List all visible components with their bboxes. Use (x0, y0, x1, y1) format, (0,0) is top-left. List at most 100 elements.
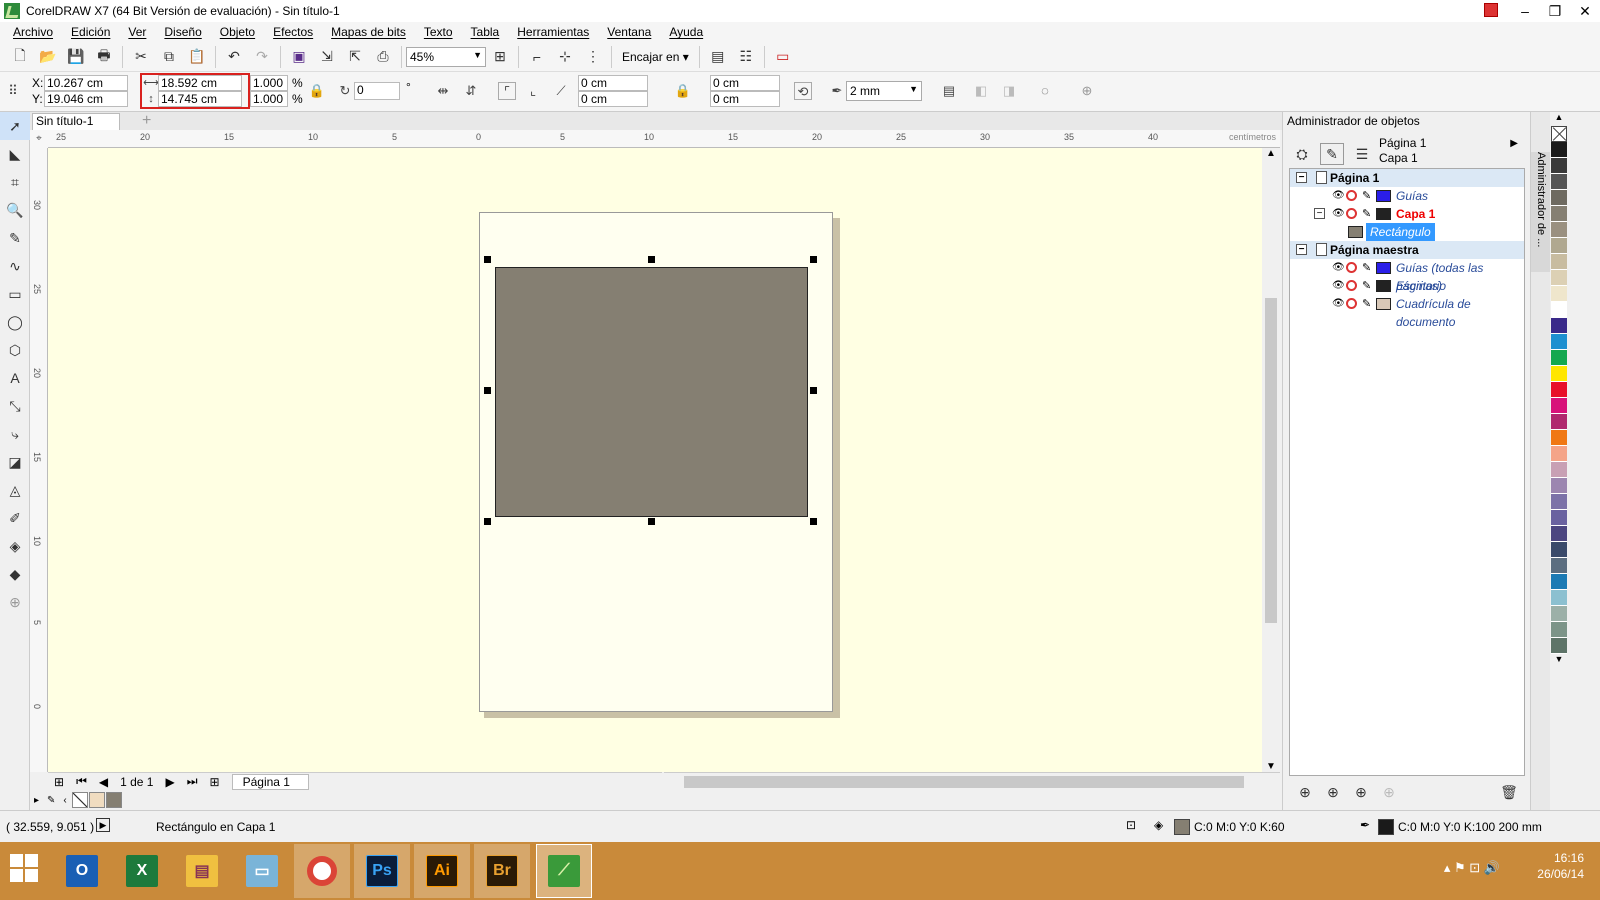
menu-ventana[interactable]: Ventana (598, 25, 660, 39)
visibility-eye-icon[interactable]: 👁 (1332, 205, 1345, 223)
menu-efectos[interactable]: Efectos (264, 25, 322, 39)
zoom-tool-icon[interactable]: 🔍 (0, 196, 30, 224)
mirror-vertical-icon[interactable]: ⇵ (462, 82, 480, 100)
options-icon[interactable]: ☷ (735, 46, 757, 68)
menu-mapas-de-bits[interactable]: Mapas de bits (322, 25, 415, 39)
palette-swatch[interactable] (1551, 478, 1567, 494)
document-palette-swatch[interactable] (105, 792, 122, 808)
ellipse-tool-icon[interactable]: ◯ (0, 308, 30, 336)
drawing-canvas[interactable] (48, 148, 1262, 772)
menu-tabla[interactable]: Tabla (462, 25, 509, 39)
show-guidelines-icon[interactable]: ⋮ (582, 46, 604, 68)
add-document-tab-icon[interactable]: + (142, 112, 151, 130)
new-master-layer-all-icon[interactable]: ⊕ (1350, 781, 1372, 803)
round-corner-icon[interactable]: ⌜ (498, 82, 516, 100)
palette-swatch[interactable] (1551, 334, 1567, 350)
connector-tool-icon[interactable]: ⤷ (0, 420, 30, 448)
object-origin-icon[interactable]: ⠿ (4, 82, 22, 100)
lock-ratio-icon[interactable]: 🔒 (308, 82, 326, 100)
menu-herramientas[interactable]: Herramientas (508, 25, 598, 39)
show-rulers-icon[interactable]: ⌐ (526, 46, 548, 68)
palette-swatch[interactable] (1551, 190, 1567, 206)
minimize-button[interactable]: – (1510, 0, 1540, 22)
transparency-tool-icon[interactable]: ◬ (0, 476, 30, 504)
relative-corner-scaling-icon[interactable]: ⟲ (794, 82, 812, 100)
previous-page-icon[interactable]: ◀ (99, 775, 108, 789)
layer-manager-view-icon[interactable]: ☰ (1350, 143, 1374, 165)
collapse-icon[interactable]: − (1296, 244, 1307, 255)
fill-color-swatch[interactable] (1174, 819, 1190, 835)
selection-handle[interactable] (484, 387, 491, 394)
snap-to-dropdown[interactable]: Encajar en ▾ (622, 50, 689, 64)
palette-swatch[interactable] (1551, 222, 1567, 238)
palette-swatch[interactable] (1551, 494, 1567, 510)
palette-eyedropper-icon[interactable]: ✎ (47, 795, 55, 806)
scalloped-corner-icon[interactable]: ⌞ (524, 82, 542, 100)
taskbar-photoshop-icon[interactable]: Ps (354, 844, 410, 898)
palette-swatch[interactable] (1551, 558, 1567, 574)
ruler-origin-icon[interactable]: ⌖ (30, 130, 48, 148)
notification-icon[interactable] (1484, 3, 1498, 17)
polygon-tool-icon[interactable]: ⬡ (0, 336, 30, 364)
corner-radius-bottom-left-field[interactable]: 0 cm (578, 91, 648, 107)
visibility-eye-icon[interactable]: 👁 (1332, 259, 1345, 277)
palette-scroll-up-icon[interactable]: ▲ (1550, 112, 1568, 126)
print-disabled-icon[interactable] (1346, 262, 1357, 273)
color-eyedropper-icon[interactable]: ✐ (0, 504, 30, 532)
tree-layer-row[interactable]: 👁 ✎ Guías (1290, 187, 1524, 205)
tree-layer-row[interactable]: 👁 ✎ Escritorio (1290, 277, 1524, 295)
taskbar-folder-icon[interactable]: ▭ (234, 844, 290, 898)
tree-layer-row[interactable]: − 👁 ✎ Capa 1 (1290, 205, 1524, 223)
rectangle-tool-icon[interactable]: ▭ (0, 280, 30, 308)
import-icon[interactable]: ⇲ (316, 46, 338, 68)
print-disabled-icon[interactable] (1346, 190, 1357, 201)
palette-swatch[interactable] (1551, 542, 1567, 558)
quick-customize-icon[interactable]: ⊕ (1078, 82, 1096, 100)
system-clock[interactable]: 16:16 26/06/14 (1537, 850, 1584, 882)
scroll-down-icon[interactable]: ▼ (1262, 761, 1280, 772)
corner-radius-bottom-right-field[interactable]: 0 cm (710, 91, 780, 107)
export-icon[interactable]: ⇱ (344, 46, 366, 68)
palette-swatch[interactable] (1551, 638, 1567, 654)
publish-pdf-icon[interactable]: ⎙ (372, 46, 394, 68)
search-content-icon[interactable]: ▣ (288, 46, 310, 68)
scroll-up-icon[interactable]: ▲ (1262, 148, 1280, 159)
palette-swatch[interactable] (1551, 622, 1567, 638)
no-color-swatch[interactable] (1551, 126, 1567, 142)
smart-fill-icon[interactable]: ◆ (0, 560, 30, 588)
menu-edicion[interactable]: Edición (62, 25, 119, 39)
tree-object-row[interactable]: Rectángulo (1290, 223, 1524, 241)
editable-pencil-icon[interactable]: ✎ (1362, 295, 1371, 313)
lock-corners-icon[interactable]: 🔒 (674, 82, 692, 100)
chamfered-corner-icon[interactable]: ⟋ (552, 82, 570, 100)
text-wrap-icon[interactable]: ▤ (940, 82, 958, 100)
palette-swatch[interactable] (1551, 142, 1567, 158)
to-front-icon[interactable]: ◧ (972, 82, 990, 100)
new-layer-icon[interactable]: ⊕ (1294, 781, 1316, 803)
redo-icon[interactable]: ↷ (251, 46, 273, 68)
scale-height-field[interactable]: 1.000 (250, 91, 288, 107)
tree-page-row[interactable]: − Página maestra (1290, 241, 1524, 259)
application-launcher-icon[interactable]: ▭ (772, 46, 794, 68)
editable-pencil-icon[interactable]: ✎ (1362, 205, 1371, 223)
palette-swatch[interactable] (1551, 382, 1567, 398)
palette-swatch[interactable] (1551, 590, 1567, 606)
menu-archivo[interactable]: Archivo (4, 25, 62, 39)
new-master-layer-icon[interactable]: ⊕ (1322, 781, 1344, 803)
palette-swatch[interactable] (1551, 206, 1567, 222)
save-icon[interactable]: 💾 (65, 46, 87, 68)
selection-handle[interactable] (810, 387, 817, 394)
object-manager-options-icon[interactable]: ▶ (1510, 138, 1518, 149)
palette-swatch[interactable] (1551, 270, 1567, 286)
close-button[interactable]: ✕ (1570, 0, 1600, 22)
interactive-fill-icon[interactable]: ◈ (0, 532, 30, 560)
freehand-tool-icon[interactable]: ✎ (0, 224, 30, 252)
tab-sin-titulo-1[interactable]: Sin título-1 (32, 113, 120, 130)
text-tool-icon[interactable]: A (0, 364, 30, 392)
palette-swatch[interactable] (1551, 158, 1567, 174)
palette-swatch[interactable] (1551, 238, 1567, 254)
pick-tool-icon[interactable]: ➚ (0, 112, 30, 140)
palette-swatch[interactable] (1551, 286, 1567, 302)
convert-to-curves-icon[interactable]: ◌ (1036, 82, 1054, 100)
no-color-swatch[interactable] (71, 792, 88, 808)
